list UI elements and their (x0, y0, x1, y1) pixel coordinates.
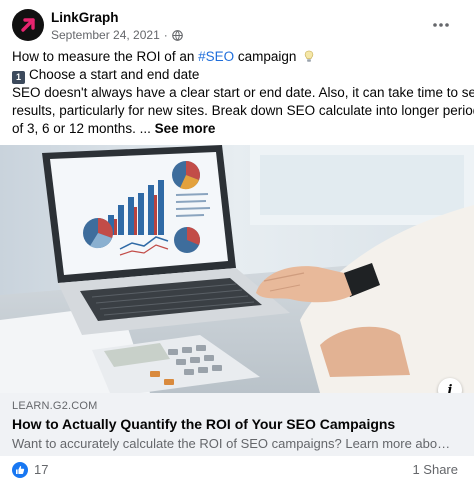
hashtag-link[interactable]: #SEO (198, 49, 234, 64)
globe-icon[interactable] (171, 29, 183, 41)
laptop-analytics-photo (0, 145, 474, 393)
see-more-link[interactable]: See more (155, 121, 216, 136)
post-date[interactable]: September 24, 2021 (51, 28, 160, 42)
link-description: Want to accurately calculate the ROI of … (12, 436, 452, 451)
post-image[interactable]: i (0, 145, 474, 393)
post-text: How to measure the ROI of an #SEO campai… (12, 48, 474, 138)
post-text-line-2: 1 Choose a start and end date (12, 66, 464, 84)
link-preview[interactable]: LEARN.G2.COM How to Actually Quantify th… (0, 393, 474, 456)
post-options-button[interactable] (428, 12, 454, 38)
post-text-line-3: SEO doesn't always have a clear start or… (12, 85, 474, 100)
share-count[interactable]: 1 Share (412, 462, 458, 478)
link-domain: LEARN.G2.COM (12, 400, 98, 412)
linkgraph-logo-icon (21, 18, 35, 32)
more-horizontal-icon (433, 23, 449, 27)
post-text-line-5: of 3, 6 or 12 months. ... See more (12, 121, 216, 136)
post-meta: September 24, 2021 · (51, 28, 183, 42)
like-icon (12, 462, 28, 478)
page-name[interactable]: LinkGraph (51, 10, 119, 26)
keycap-one-icon: 1 (12, 71, 25, 84)
reactions-summary[interactable]: 17 (12, 462, 48, 478)
post-text-line-4: results, particularly for new sites. Bre… (12, 103, 474, 118)
light-bulb-icon (304, 50, 314, 62)
post-text-line-1: How to measure the ROI of an #SEO campai… (12, 48, 464, 66)
link-title[interactable]: How to Actually Quantify the ROI of Your… (12, 415, 395, 433)
facebook-post: LinkGraph September 24, 2021 · How to me… (0, 0, 474, 491)
reaction-count: 17 (34, 462, 49, 477)
page-avatar[interactable] (12, 9, 44, 41)
